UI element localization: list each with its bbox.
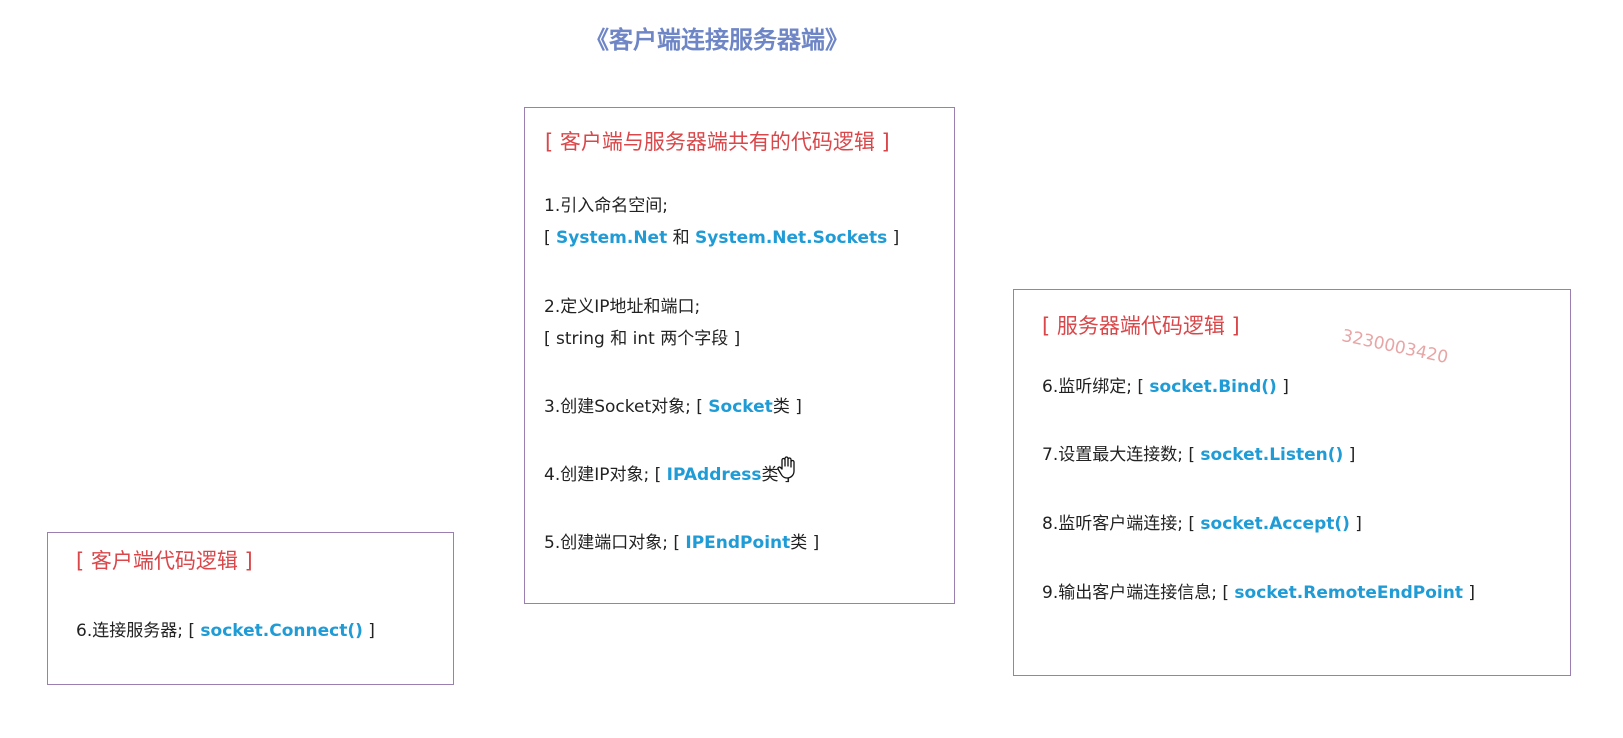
step-1-namespaces-detail: [ System.Net 和 System.Net.Sockets ]: [544, 228, 900, 248]
code-socket-accept: socket.Accept(): [1200, 514, 1350, 534]
code-system-net: System.Net: [556, 228, 668, 248]
hand-cursor-icon: [777, 456, 795, 479]
step-1-namespaces: 1.引入命名空间;: [544, 196, 668, 216]
code-socket-remote-endpoint: socket.RemoteEndPoint: [1234, 583, 1463, 603]
server-step-9-remote-endpoint: 9.输出客户端连接信息; [ socket.RemoteEndPoint ]: [1042, 583, 1476, 603]
step-3-create-socket: 3.创建Socket对象; [ Socket类 ]: [544, 397, 802, 417]
shared-logic-heading: [ 客户端与服务器端共有的代码逻辑 ]: [545, 130, 890, 154]
client-logic-box: [ 客户端代码逻辑 ] 6.连接服务器; [ socket.Connect() …: [47, 532, 454, 685]
step-2-define-ip-port-detail: [ string 和 int 两个字段 ]: [544, 329, 741, 349]
code-socket-class: Socket: [708, 397, 773, 417]
shared-logic-box: [ 客户端与服务器端共有的代码逻辑 ] 1.引入命名空间; [ System.N…: [524, 107, 955, 604]
server-step-6-bind: 6.监听绑定; [ socket.Bind() ]: [1042, 377, 1289, 397]
code-socket-connect: socket.Connect(): [200, 621, 363, 641]
code-socket-bind: socket.Bind(): [1149, 377, 1277, 397]
server-logic-box: [ 服务器端代码逻辑 ] 6.监听绑定; [ socket.Bind() ] 7…: [1013, 289, 1571, 676]
code-socket-listen: socket.Listen(): [1200, 445, 1344, 465]
step-2-define-ip-port: 2.定义IP地址和端口;: [544, 297, 701, 317]
code-ipaddress-class: IPAddress: [666, 465, 762, 485]
page-title: 《客户端连接服务器端》: [585, 26, 849, 54]
step-5-create-endpoint: 5.创建端口对象; [ IPEndPoint类 ]: [544, 533, 820, 553]
server-step-8-accept: 8.监听客户端连接; [ socket.Accept() ]: [1042, 514, 1362, 534]
server-logic-heading: [ 服务器端代码逻辑 ]: [1042, 314, 1240, 338]
code-system-net-sockets: System.Net.Sockets: [695, 228, 888, 248]
step-4-create-ip: 4.创建IP对象; [ IPAddress类 ]: [544, 465, 791, 485]
client-logic-heading: [ 客户端代码逻辑 ]: [76, 549, 253, 573]
client-step-6-connect: 6.连接服务器; [ socket.Connect() ]: [76, 621, 375, 641]
server-step-7-listen: 7.设置最大连接数; [ socket.Listen() ]: [1042, 445, 1356, 465]
code-ipendpoint-class: IPEndPoint: [685, 533, 791, 553]
